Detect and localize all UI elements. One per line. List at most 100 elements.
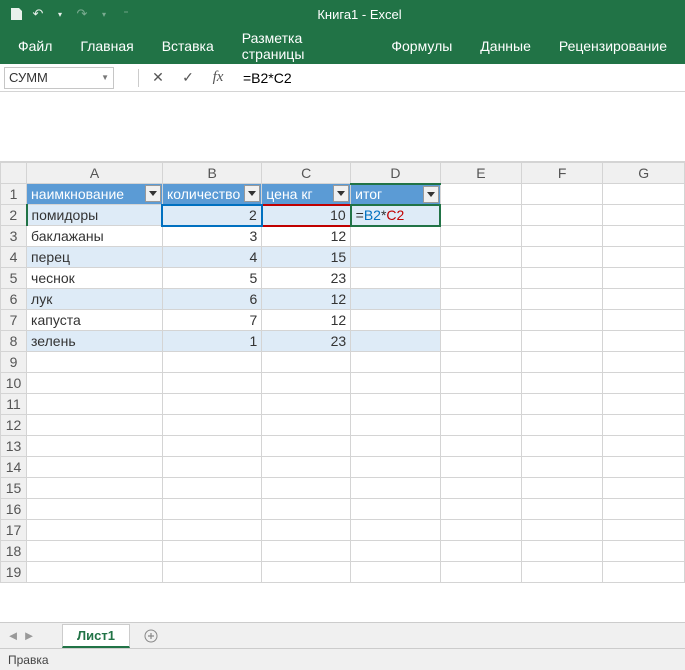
cell[interactable] [27,457,163,478]
redo-icon[interactable]: ↷ [74,6,90,22]
cell[interactable] [603,226,685,247]
cell[interactable] [351,562,441,583]
cell[interactable] [351,352,441,373]
row-header-4[interactable]: 4 [1,247,27,268]
cell[interactable] [440,205,521,226]
cell-d5[interactable] [351,268,441,289]
cell-b6[interactable]: 6 [162,289,261,310]
cell[interactable] [351,436,441,457]
cell[interactable] [262,436,351,457]
cell[interactable] [440,499,521,520]
cell[interactable] [27,436,163,457]
filter-icon[interactable] [423,186,439,203]
cell[interactable] [603,205,685,226]
cell[interactable] [162,373,261,394]
cell[interactable] [440,394,521,415]
cell[interactable] [262,562,351,583]
save-icon[interactable] [8,6,24,22]
cell[interactable] [440,457,521,478]
col-header-a[interactable]: A [27,163,163,184]
row-header-3[interactable]: 3 [1,226,27,247]
cell[interactable] [162,520,261,541]
tab-file[interactable]: Файл [4,30,66,62]
cell[interactable] [440,373,521,394]
cell[interactable] [27,394,163,415]
cell-c7[interactable]: 12 [262,310,351,331]
fx-icon[interactable]: fx [207,67,229,89]
row-header-16[interactable]: 16 [1,499,27,520]
cell[interactable] [603,499,685,520]
cell-a3[interactable]: баклажаны [27,226,163,247]
cell[interactable] [262,541,351,562]
cell[interactable] [162,436,261,457]
cell[interactable] [603,478,685,499]
cell[interactable] [162,541,261,562]
cell-b5[interactable]: 5 [162,268,261,289]
cell[interactable] [522,184,603,205]
cell[interactable] [440,331,521,352]
tab-home[interactable]: Главная [66,30,147,62]
cell[interactable] [262,373,351,394]
filter-icon[interactable] [244,185,260,202]
cell[interactable] [27,352,163,373]
cell[interactable] [262,352,351,373]
cell[interactable] [162,457,261,478]
cell[interactable] [522,310,603,331]
cell-c6[interactable]: 12 [262,289,351,310]
cell[interactable] [27,562,163,583]
cell[interactable] [440,289,521,310]
cell[interactable] [440,352,521,373]
row-header-11[interactable]: 11 [1,394,27,415]
cell[interactable] [162,394,261,415]
row-header-14[interactable]: 14 [1,457,27,478]
cell[interactable] [262,457,351,478]
cell[interactable] [162,499,261,520]
cell[interactable] [27,520,163,541]
cell-b4[interactable]: 4 [162,247,261,268]
table-header-name[interactable]: наимкнование [27,184,163,205]
cell[interactable] [27,499,163,520]
spreadsheet-grid[interactable]: A B C D E F G 1 наимкнование количество … [0,162,685,583]
cell[interactable] [522,478,603,499]
row-header-19[interactable]: 19 [1,562,27,583]
tab-formulas[interactable]: Формулы [377,30,466,62]
row-header-13[interactable]: 13 [1,436,27,457]
table-header-price[interactable]: цена кг [262,184,351,205]
col-header-e[interactable]: E [440,163,521,184]
cell-c8[interactable]: 23 [262,331,351,352]
cell[interactable] [440,268,521,289]
cell[interactable] [262,478,351,499]
cell[interactable] [162,562,261,583]
cell[interactable] [603,541,685,562]
cell-d4[interactable] [351,247,441,268]
cell-b7[interactable]: 7 [162,310,261,331]
cell[interactable] [440,541,521,562]
filter-icon[interactable] [145,185,161,202]
tab-data[interactable]: Данные [466,30,545,62]
cell-a6[interactable]: лук [27,289,163,310]
cell[interactable] [522,226,603,247]
cell[interactable] [440,562,521,583]
cell[interactable] [262,415,351,436]
cell[interactable] [262,520,351,541]
row-header-10[interactable]: 10 [1,373,27,394]
cell[interactable] [440,436,521,457]
cell[interactable] [522,415,603,436]
cell[interactable] [351,415,441,436]
cell[interactable] [440,184,521,205]
cell[interactable] [262,499,351,520]
cell-d2[interactable]: =B2*C2 [351,205,441,226]
cell-d7[interactable] [351,310,441,331]
cell[interactable] [603,310,685,331]
cell[interactable] [262,394,351,415]
row-header-2[interactable]: 2 [1,205,27,226]
cell[interactable] [522,205,603,226]
cell[interactable] [522,331,603,352]
cell[interactable] [603,457,685,478]
cell[interactable] [351,394,441,415]
cell[interactable] [522,457,603,478]
cell-c2[interactable]: 10 [262,205,351,226]
cell[interactable] [440,520,521,541]
cell-b2[interactable]: 2 [162,205,261,226]
tab-insert[interactable]: Вставка [148,30,228,62]
